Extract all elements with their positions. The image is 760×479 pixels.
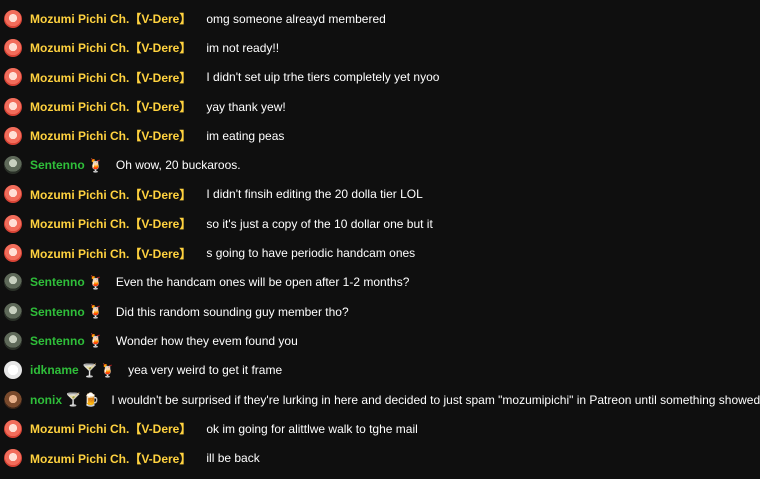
chat-message: Sentenno 🍹 Even the handcam ones will be o…: [0, 268, 760, 297]
message-text: ill be back: [206, 451, 260, 466]
message-text: I didn't finsih editing the 20 dolla tie…: [206, 187, 423, 202]
author-name[interactable]: Sentenno: [30, 334, 85, 348]
member-badge-icon: 🍹: [87, 274, 104, 290]
chat-message: idkname 🍸 🍹 yea very weird to get it frame: [0, 356, 760, 385]
message-text: I didn't set uip trhe tiers completely y…: [206, 70, 440, 85]
avatar[interactable]: [4, 38, 22, 57]
author-name[interactable]: Mozumi Pichi Ch.【V-Dere】: [30, 420, 191, 437]
chat-message: Sentenno 🍹 Wonder how they evem found you: [0, 326, 760, 355]
message-text: Oh wow, 20 buckaroos.: [115, 158, 241, 173]
member-badge-icon: 🍺: [83, 392, 100, 407]
avatar[interactable]: [4, 9, 22, 28]
message-text: yay thank yew!: [206, 99, 286, 114]
avatar[interactable]: [4, 331, 22, 350]
avatar[interactable]: [4, 390, 22, 409]
avatar[interactable]: [4, 244, 22, 263]
chat-message: Sentenno 🍹 Oh wow, 20 buckaroos.: [0, 150, 760, 179]
message-text: so it's just a copy of the 10 dollar one…: [206, 216, 433, 231]
member-badge-icon: 🍸: [81, 362, 98, 378]
author-name[interactable]: Mozumi Pichi Ch.【V-Dere】: [30, 127, 191, 144]
chat-message: Sentenno 🍹 Did this random sounding guy me…: [0, 297, 760, 326]
message-text: omg someone alreayd membered: [206, 11, 386, 26]
chat-message: Mozumi Pichi Ch.【V-Dere】 yay thank yew!: [0, 92, 760, 121]
member-badge-icon: 🍸: [65, 392, 82, 407]
member-badge-icon: 🍹: [87, 304, 104, 320]
avatar[interactable]: [4, 273, 22, 292]
chat-message: nonix 🍸 🍺 I wouldn't be surprised if they'r…: [0, 385, 760, 414]
chat-message: Mozumi Pichi Ch.【V-Dere】 I didn't set uip…: [0, 63, 760, 92]
message-text: Even the handcam ones will be open after…: [115, 275, 410, 290]
chat-message: Mozumi Pichi Ch.【V-Dere】 s going to have …: [0, 238, 760, 267]
chat-message: Mozumi Pichi Ch.【V-Dere】 ill be back: [0, 443, 760, 472]
avatar[interactable]: [4, 361, 22, 380]
author-name[interactable]: Mozumi Pichi Ch.【V-Dere】: [30, 69, 191, 86]
chat-message: Mozumi Pichi Ch.【V-Dere】 I didn't finsih …: [0, 180, 760, 209]
message-text: Wonder how they evem found you: [115, 333, 298, 348]
chat-message: Mozumi Pichi Ch.【V-Dere】 so it's just a c…: [0, 209, 760, 238]
avatar[interactable]: [4, 126, 22, 145]
author-name[interactable]: Mozumi Pichi Ch.【V-Dere】: [30, 245, 191, 262]
avatar[interactable]: [4, 68, 22, 87]
author-name[interactable]: Sentenno: [30, 158, 85, 172]
message-text: im eating peas: [206, 128, 285, 143]
member-badge-icon: 🍹: [87, 157, 104, 173]
message-text: yea very weird to get it frame: [128, 363, 283, 378]
author-name[interactable]: Mozumi Pichi Ch.【V-Dere】: [30, 450, 191, 467]
chat-message: Mozumi Pichi Ch.【V-Dere】 omg someone alre…: [0, 4, 760, 33]
author-name[interactable]: idkname: [30, 363, 79, 377]
message-text: s going to have periodic handcam ones: [206, 246, 416, 261]
avatar[interactable]: [4, 419, 22, 438]
message-text: im not ready!!: [206, 40, 280, 55]
author-name[interactable]: Mozumi Pichi Ch.【V-Dere】: [30, 10, 191, 27]
member-badge-icon: 🍹: [99, 362, 117, 378]
author-name[interactable]: Mozumi Pichi Ch.【V-Dere】: [30, 186, 191, 203]
avatar[interactable]: [4, 302, 22, 321]
author-name[interactable]: Mozumi Pichi Ch.【V-Dere】: [30, 215, 191, 232]
message-text: I wouldn't be surprised if they're lurki…: [111, 392, 760, 407]
author-name[interactable]: nonix: [30, 393, 62, 407]
chat-message: Mozumi Pichi Ch.【V-Dere】 ok im going for …: [0, 414, 760, 443]
author-name[interactable]: Mozumi Pichi Ch.【V-Dere】: [30, 98, 191, 115]
chat-message: Mozumi Pichi Ch.【V-Dere】 im eating peas: [0, 121, 760, 150]
message-text: Did this random sounding guy member tho?: [115, 304, 349, 319]
author-name[interactable]: Sentenno: [30, 305, 85, 319]
chat-message: Mozumi Pichi Ch.【V-Dere】 im not ready!!: [0, 33, 760, 62]
author-name[interactable]: Sentenno: [30, 275, 85, 289]
chat-message-list[interactable]: Mozumi Pichi Ch.【V-Dere】 omg someone alre…: [0, 0, 760, 479]
avatar[interactable]: [4, 214, 22, 233]
member-badge-icon: 🍹: [87, 333, 104, 349]
avatar[interactable]: [4, 185, 22, 204]
author-name[interactable]: Mozumi Pichi Ch.【V-Dere】: [30, 39, 191, 56]
message-text: ok im going for alittlwe walk to tghe ma…: [206, 421, 418, 436]
avatar[interactable]: [4, 449, 22, 468]
avatar[interactable]: [4, 97, 22, 116]
avatar[interactable]: [4, 156, 22, 175]
